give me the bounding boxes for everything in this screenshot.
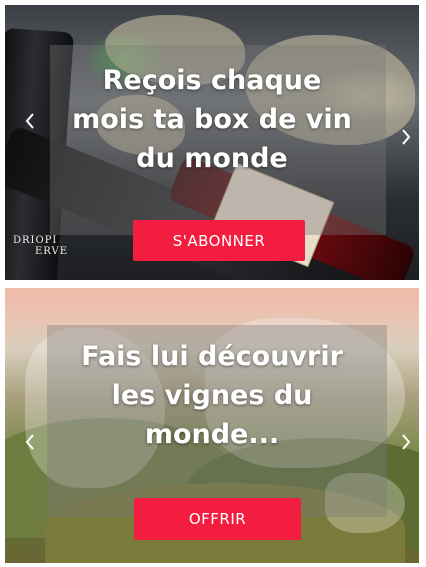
headline-line: les vignes du <box>111 380 313 411</box>
carousel-prev-button[interactable] <box>21 428 39 456</box>
gift-banner: Fais lui découvrir les vignes du monde..… <box>5 288 419 563</box>
chevron-left-icon <box>25 433 34 450</box>
bottle-label-line: DRIOPI <box>13 235 58 246</box>
chevron-right-icon <box>402 433 411 450</box>
headline-line: du monde <box>136 143 288 174</box>
subscription-banner: DRIOPI ERVE Reçois chaque mois ta box de… <box>5 5 419 280</box>
headline-line: monde... <box>144 419 280 450</box>
carousel-next-button[interactable] <box>397 123 415 151</box>
chevron-right-icon <box>402 128 411 145</box>
subscribe-button[interactable]: S'ABONNER <box>133 220 305 261</box>
headline-line: Reçois chaque <box>102 65 322 96</box>
bottle-label-text: DRIOPI ERVE <box>13 235 68 257</box>
bottle-label-line: ERVE <box>35 246 68 257</box>
headline-line: mois ta box de vin <box>72 104 352 135</box>
chevron-left-icon <box>25 112 34 129</box>
headline-line: Fais lui découvrir <box>81 341 343 372</box>
gift-button[interactable]: OFFRIR <box>134 498 301 540</box>
banner-headline: Reçois chaque mois ta box de vin du mond… <box>5 61 419 178</box>
carousel-prev-button[interactable] <box>21 107 39 135</box>
carousel-next-button[interactable] <box>397 428 415 456</box>
banner-headline: Fais lui découvrir les vignes du monde..… <box>5 337 419 454</box>
